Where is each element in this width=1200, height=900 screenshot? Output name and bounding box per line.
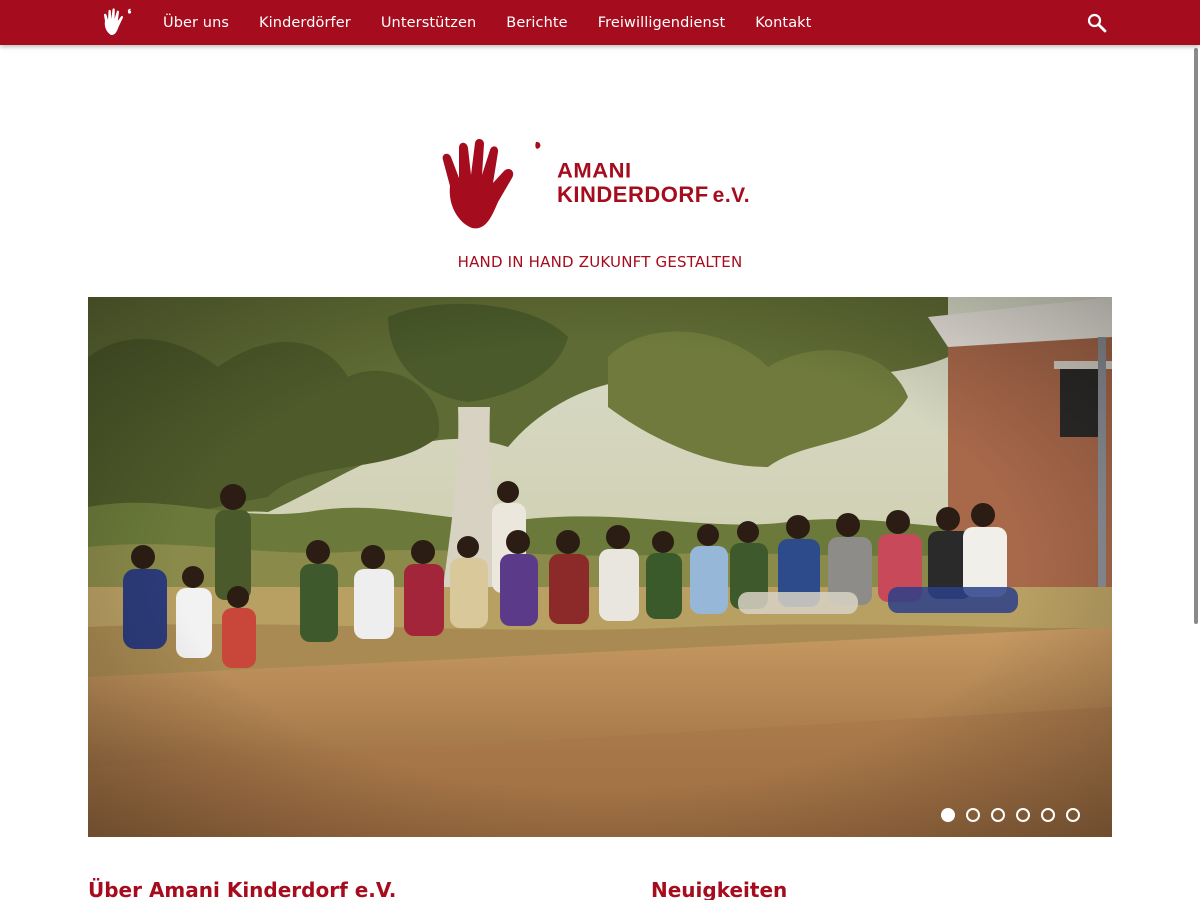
nav-item-kinderdoerfer[interactable]: Kinderdörfer (259, 15, 351, 31)
hand-logo-icon[interactable] (102, 7, 134, 37)
slider-pagination (941, 808, 1091, 822)
slider-dot-6[interactable] (1066, 808, 1080, 822)
nav-item-unterstuetzen[interactable]: Unterstützen (381, 15, 476, 31)
logo-text-amani: AMANI (557, 158, 632, 183)
hero-image (88, 297, 1112, 837)
hand-logo-icon (440, 138, 545, 233)
news-section-title: Neuigkeiten (651, 878, 788, 900)
nav-item-berichte[interactable]: Berichte (506, 15, 567, 31)
site-logo[interactable]: AMANI KINDERDORF e.V. (440, 138, 765, 233)
scrollbar-thumb[interactable] (1194, 48, 1198, 624)
slider-dot-2[interactable] (966, 808, 980, 822)
search-icon[interactable] (1086, 12, 1108, 34)
slider-dot-5[interactable] (1041, 808, 1055, 822)
logo-text-ev: e.V. (712, 184, 751, 207)
slider-dot-1[interactable] (941, 808, 955, 822)
nav-item-ueber-uns[interactable]: Über uns (163, 15, 229, 31)
logo-text-kinderdorf: KINDERDORF e.V. (557, 182, 750, 208)
nav-item-kontakt[interactable]: Kontakt (755, 15, 811, 31)
site-tagline: HAND IN HAND ZUKUNFT GESTALTEN (457, 253, 743, 271)
nav-item-freiwilligendienst[interactable]: Freiwilligendienst (598, 15, 726, 31)
top-navbar: Über uns Kinderdörfer Unterstützen Beric… (0, 0, 1200, 45)
about-section-title: Über Amani Kinderdorf e.V. (88, 878, 397, 900)
hero-slider[interactable] (88, 297, 1112, 837)
slider-dot-3[interactable] (991, 808, 1005, 822)
main-menu: Über uns Kinderdörfer Unterstützen Beric… (163, 0, 841, 45)
slider-dot-4[interactable] (1016, 808, 1030, 822)
logo-text-kinderdorf-word: KINDERDORF (557, 182, 709, 207)
